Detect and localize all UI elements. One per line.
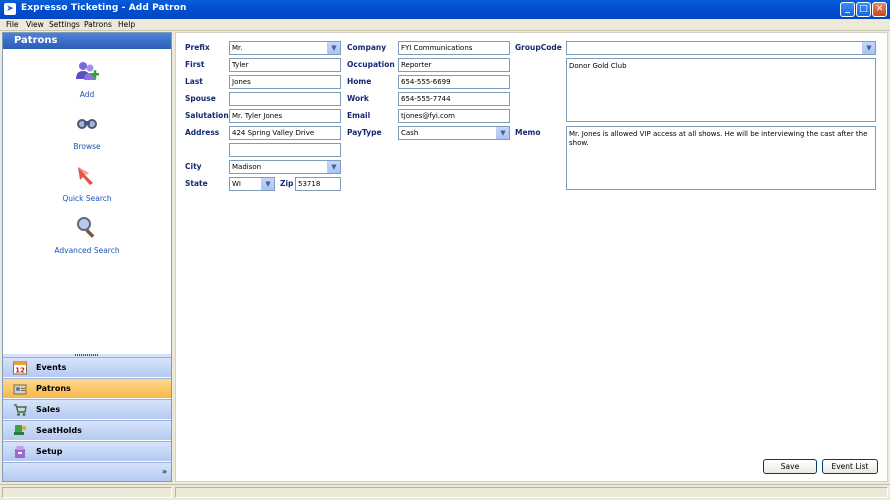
city-select[interactable]: Madison ▼ <box>229 160 341 174</box>
work-label: Work <box>347 94 369 103</box>
status-bar <box>0 484 890 500</box>
seat-holds-icon <box>14 425 27 435</box>
groupcode-select[interactable]: ▼ <box>566 41 876 55</box>
chevron-down-icon[interactable]: ▼ <box>496 127 509 139</box>
nav-setup[interactable]: Setup <box>3 441 171 461</box>
title-bar: ➤ Expresso Ticketing - Add Patron _ □ ✕ <box>0 0 890 19</box>
maximize-button[interactable]: □ <box>856 2 871 17</box>
minimize-button[interactable]: _ <box>840 2 855 17</box>
add-patron-action[interactable]: Add <box>3 59 171 99</box>
add-label: Add <box>79 90 95 99</box>
nav-sales[interactable]: Sales <box>3 399 171 419</box>
quick-search-icon <box>78 167 93 185</box>
groupcode-list[interactable]: Donor Gold Club <box>566 58 876 122</box>
menu-settings[interactable]: Settings <box>49 20 80 29</box>
menu-file[interactable]: File <box>6 20 19 29</box>
quick-search-label: Quick Search <box>62 194 112 203</box>
advanced-search-action[interactable]: Advanced Search <box>3 215 171 255</box>
window-title: Expresso Ticketing - Add Patron <box>21 3 187 13</box>
browse-action[interactable]: Browse <box>3 111 171 151</box>
occupation-label: Occupation <box>347 60 395 69</box>
home-label: Home <box>347 77 372 86</box>
state-select[interactable]: WI ▼ <box>229 177 275 191</box>
pane-header: Patrons <box>3 33 171 49</box>
home-phone-input[interactable]: 654-555-6699 <box>398 75 510 89</box>
spouse-input[interactable] <box>229 92 341 106</box>
groupcode-label: GroupCode <box>515 43 562 52</box>
first-name-input[interactable]: Tyler <box>229 58 341 72</box>
add-patron-form: Prefix First Last Spouse Salutation Addr… <box>175 32 888 482</box>
nav-patrons-label: Patrons <box>36 384 71 393</box>
paytype-select[interactable]: Cash ▼ <box>398 126 510 140</box>
save-button[interactable]: Save <box>763 459 817 474</box>
chevron-down-icon[interactable]: ▼ <box>327 161 340 173</box>
zip-label: Zip <box>280 179 294 188</box>
email-input[interactable]: tjones@fyi.com <box>398 109 510 123</box>
city-label: City <box>185 162 202 171</box>
occupation-input[interactable]: Reporter <box>398 58 510 72</box>
address-line1-input[interactable]: 424 Spring Valley Drive <box>229 126 341 140</box>
add-user-icon <box>76 62 99 80</box>
memo-textarea[interactable]: Mr. Jones is allowed VIP access at all s… <box>566 126 876 190</box>
salutation-input[interactable]: Mr. Tyler Jones <box>229 109 341 123</box>
calendar-icon: 12 <box>13 361 27 375</box>
nav-patrons[interactable]: Patrons <box>3 378 171 398</box>
svg-text:12: 12 <box>15 367 25 375</box>
first-label: First <box>185 60 205 69</box>
salutation-label: Salutation <box>185 111 229 120</box>
prefix-label: Prefix <box>185 43 210 52</box>
state-label: State <box>185 179 208 188</box>
nav-events[interactable]: 12 Events <box>3 357 171 377</box>
paytype-label: PayType <box>347 128 382 137</box>
advanced-search-label: Advanced Search <box>54 246 120 255</box>
company-label: Company <box>347 43 387 52</box>
nav-setup-label: Setup <box>36 447 63 456</box>
chevron-down-icon[interactable]: ▼ <box>862 42 875 54</box>
groupcode-list-item[interactable]: Donor Gold Club <box>569 62 627 70</box>
work-phone-input[interactable]: 654-555-7744 <box>398 92 510 106</box>
chevron-down-icon[interactable]: ▼ <box>261 178 274 190</box>
close-button[interactable]: ✕ <box>872 2 887 17</box>
prefix-select[interactable]: Mr. ▼ <box>229 41 341 55</box>
spouse-label: Spouse <box>185 94 216 103</box>
menu-view[interactable]: View <box>26 20 44 29</box>
chevron-down-icon[interactable]: ▼ <box>327 42 340 54</box>
quick-search-action[interactable]: Quick Search <box>3 163 171 203</box>
cart-icon <box>14 404 27 416</box>
nav-seatholds[interactable]: SeatHolds <box>3 420 171 440</box>
menu-bar: File View Settings Patrons Help <box>0 19 890 31</box>
app-icon: ➤ <box>4 3 16 15</box>
last-label: Last <box>185 77 203 86</box>
binoculars-icon <box>77 119 97 129</box>
nav-events-label: Events <box>36 363 67 372</box>
patrons-icon <box>13 384 27 395</box>
zip-input[interactable]: 53718 <box>295 177 341 191</box>
menu-patrons[interactable]: Patrons <box>84 20 112 29</box>
magnifier-icon <box>77 217 95 238</box>
nav-overflow[interactable]: » <box>3 462 171 481</box>
menu-help[interactable]: Help <box>118 20 135 29</box>
chevron-right-icon: » <box>161 467 167 476</box>
memo-label: Memo <box>515 128 541 137</box>
event-list-button[interactable]: Event List <box>822 459 878 474</box>
address-line2-input[interactable] <box>229 143 341 157</box>
address-label: Address <box>185 128 220 137</box>
nav-seatholds-label: SeatHolds <box>36 426 82 435</box>
company-input[interactable]: FYI Communications <box>398 41 510 55</box>
setup-icon <box>15 446 25 458</box>
last-name-input[interactable]: Jones <box>229 75 341 89</box>
nav-sales-label: Sales <box>36 405 61 414</box>
browse-label: Browse <box>73 142 101 151</box>
email-label: Email <box>347 111 371 120</box>
navigation-pane: Patrons Add Browse Quick Search Advanced… <box>2 32 172 482</box>
